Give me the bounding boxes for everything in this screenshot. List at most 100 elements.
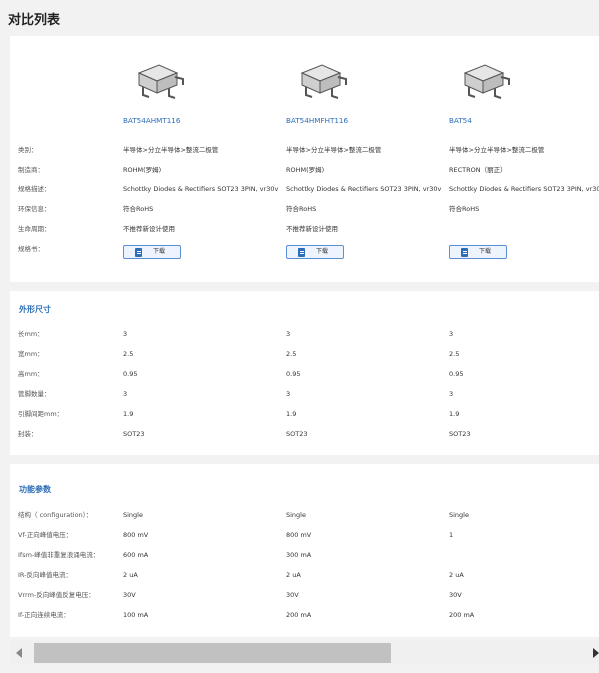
row-value: 3	[449, 390, 454, 398]
row-value: 30V	[123, 591, 136, 599]
row-label: 长mm：	[18, 330, 44, 338]
row-configuration: 结构（ configuration）： Single Single Single	[10, 509, 599, 521]
row-value: 3	[286, 390, 291, 398]
row-if: If-正向连续电流： 100 mA 200 mA 200 mA	[10, 609, 599, 621]
download-label: 下载	[316, 248, 329, 255]
row-value: 300 mA	[286, 551, 312, 559]
row-value: 30V	[449, 591, 462, 599]
document-icon	[298, 248, 305, 257]
row-label: 管脚数量：	[18, 390, 51, 398]
row-value: 800 mV	[286, 531, 312, 539]
row-value: 600 mA	[123, 551, 149, 559]
section-title: 外形尺寸	[19, 305, 51, 314]
dimensions-panel: 外形尺寸 长mm： 3 3 3 宽mm： 2.5 2.5 2.5 高mm： 0.…	[10, 291, 599, 455]
row-package: 封装： SOT23 SOT23 SOT23	[10, 428, 599, 440]
row-value: 半导体>分立半导体>整流二极管	[449, 146, 545, 154]
row-label: 规格书：	[18, 245, 44, 253]
row-value: 0.95	[286, 370, 301, 378]
scroll-left-arrow-icon[interactable]	[16, 648, 22, 658]
row-label: 环保信息：	[18, 205, 51, 213]
row-value: 2.5	[449, 350, 460, 358]
row-value: Single	[449, 511, 469, 519]
row-value: 200 mA	[286, 611, 312, 619]
row-width: 宽mm： 2.5 2.5 2.5	[10, 348, 599, 360]
row-pin-count: 管脚数量： 3 3 3	[10, 388, 599, 400]
row-value: Schottky Diodes & Rectifiers SOT23 3PIN,…	[286, 185, 442, 193]
download-button[interactable]: 下载	[286, 245, 344, 259]
download-button[interactable]: 下载	[123, 245, 181, 259]
row-value: SOT23	[449, 430, 471, 438]
sot23-package-icon	[137, 64, 184, 99]
row-value: 2 uA	[123, 571, 138, 579]
download-label: 下载	[479, 248, 492, 255]
row-lifecycle: 生命周期： 不推荐新设计使用 不推荐新设计使用	[10, 223, 599, 235]
scroll-thumb[interactable]	[34, 643, 391, 663]
row-value: ROHM(罗姆)	[286, 166, 325, 174]
row-value: 3	[123, 330, 128, 338]
row-label: 类别：	[18, 146, 38, 154]
row-pin-pitch: 引脚间距mm： 1.9 1.9 1.9	[10, 408, 599, 420]
product-name[interactable]: BAT54HMFHT116	[286, 116, 348, 125]
row-vrrm: Vrrm-反向峰值反复电压： 30V 30V 30V	[10, 589, 599, 601]
row-value: 2.5	[286, 350, 297, 358]
row-value: 0.95	[123, 370, 138, 378]
row-value: Schottky Diodes & Rectifiers SOT23 3PIN,…	[123, 185, 279, 193]
download-label: 下载	[153, 248, 166, 255]
row-manufacturer: 制造商： ROHM(罗姆) ROHM(罗姆) RECTRON（丽正）	[10, 164, 599, 176]
row-description: 规格描述： Schottky Diodes & Rectifiers SOT23…	[10, 183, 599, 195]
row-value: 800 mV	[123, 531, 149, 539]
basic-info-panel: BAT54AHMT116 BAT54HMFHT116 BAT54 类别： 半导体…	[10, 36, 599, 282]
row-label: If-正向连续电流：	[18, 611, 70, 619]
row-value: 3	[123, 390, 128, 398]
row-value: 3	[449, 330, 454, 338]
page-title: 对比列表	[8, 13, 61, 28]
row-label: 结构（ configuration）：	[18, 511, 93, 519]
row-value: 不推荐新设计使用	[123, 225, 175, 233]
section-title: 功能参数	[19, 485, 51, 494]
row-value: 符合RoHS	[286, 205, 317, 213]
row-category: 类别： 半导体>分立半导体>整流二极管 半导体>分立半导体>整流二极管 半导体>…	[10, 144, 599, 156]
scroll-right-arrow-icon[interactable]	[593, 648, 599, 658]
product-name[interactable]: BAT54AHMT116	[123, 116, 180, 125]
row-label: Vf-正向峰值电压：	[18, 531, 73, 539]
row-value: RECTRON（丽正）	[449, 166, 507, 174]
row-value: 2 uA	[286, 571, 301, 579]
horizontal-scrollbar[interactable]	[10, 641, 599, 665]
function-params-panel: 功能参数 结构（ configuration）： Single Single S…	[10, 464, 599, 637]
row-label: IR-反向峰值电流：	[18, 571, 73, 579]
row-ir: IR-反向峰值电流： 2 uA 2 uA 2 uA	[10, 569, 599, 581]
row-label: 宽mm：	[18, 350, 44, 358]
sot23-package-icon	[300, 64, 347, 99]
row-vf: Vf-正向峰值电压： 800 mV 800 mV 1	[10, 529, 599, 541]
row-value: Schottky Diodes & Rectifiers SOT23 3PIN,…	[449, 185, 599, 193]
row-label: Vrrm-反向峰值反复电压：	[18, 591, 95, 599]
row-value: Single	[286, 511, 306, 519]
row-value: 30V	[286, 591, 299, 599]
row-label: 封装：	[18, 430, 38, 438]
row-value: 1	[449, 531, 454, 539]
row-value: ROHM(罗姆)	[123, 166, 162, 174]
row-height: 高mm： 0.95 0.95 0.95	[10, 368, 599, 380]
row-label: 引脚间距mm：	[18, 410, 64, 418]
row-value: 半导体>分立半导体>整流二极管	[286, 146, 382, 154]
row-value: 1.9	[286, 410, 297, 418]
document-icon	[135, 248, 142, 257]
row-value: SOT23	[286, 430, 308, 438]
row-label: 制造商：	[18, 166, 44, 174]
row-label: 规格描述：	[18, 185, 51, 193]
row-label: 生命周期：	[18, 225, 51, 233]
row-value: 半导体>分立半导体>整流二极管	[123, 146, 219, 154]
row-label: Ifsm-峰值非重复浪涌电流：	[18, 551, 100, 559]
row-ifsm: Ifsm-峰值非重复浪涌电流： 600 mA 300 mA	[10, 549, 599, 561]
row-value: 2 uA	[449, 571, 464, 579]
download-button[interactable]: 下载	[449, 245, 507, 259]
product-name[interactable]: BAT54	[449, 116, 472, 125]
document-icon	[461, 248, 468, 257]
row-value: SOT23	[123, 430, 145, 438]
row-value: 100 mA	[123, 611, 149, 619]
row-value: 3	[286, 330, 291, 338]
sot23-package-icon	[463, 64, 510, 99]
row-value: 0.95	[449, 370, 464, 378]
row-value: 不推荐新设计使用	[286, 225, 338, 233]
row-value: 1.9	[449, 410, 460, 418]
